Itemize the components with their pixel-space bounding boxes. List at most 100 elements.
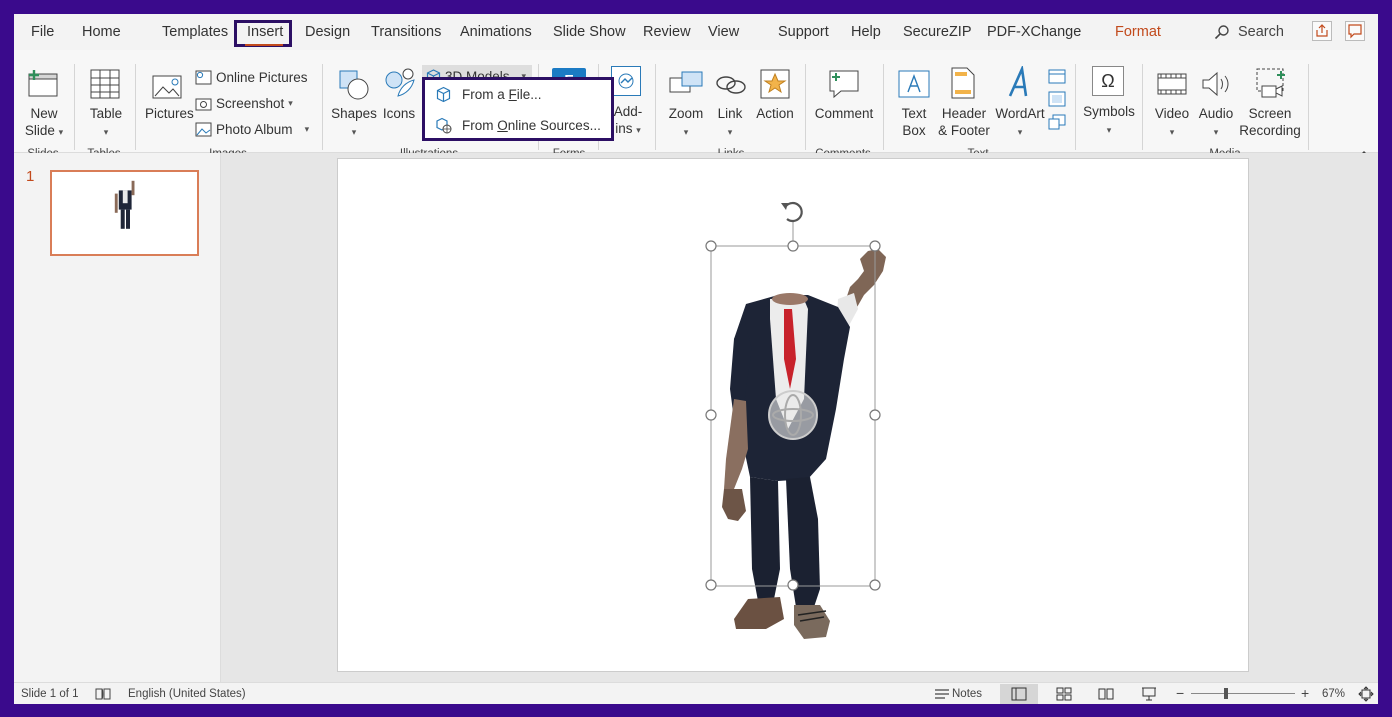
normal-view-button[interactable]: [1000, 684, 1038, 704]
online-pictures-button[interactable]: Online Pictures: [195, 70, 308, 85]
tab-transitions[interactable]: Transitions: [371, 24, 441, 40]
group-separator: [322, 64, 323, 150]
link-icon: [716, 76, 746, 94]
slide-canvas[interactable]: [337, 158, 1249, 672]
tab-file[interactable]: File: [31, 24, 54, 40]
slide-sorter-view-button[interactable]: [1045, 684, 1083, 704]
zoom-in-icon[interactable]: +: [1301, 685, 1309, 701]
resize-handle-left[interactable]: [705, 409, 717, 421]
speaker-icon: [1202, 71, 1229, 97]
photo-album-button[interactable]: Photo Album ▾: [195, 122, 309, 137]
zombie-3d-model[interactable]: [722, 249, 886, 639]
online-cube-icon: [436, 117, 452, 134]
resize-handle-right[interactable]: [869, 409, 881, 421]
ribbon-tabs: File Home Templates Insert Design Transi…: [14, 14, 1378, 50]
normal-view-icon: [1011, 687, 1027, 701]
rotate-handle-icon[interactable]: [781, 201, 803, 223]
zoom-icon: [669, 71, 703, 93]
zoom-level[interactable]: 67%: [1322, 688, 1345, 700]
3d-models-dropdown: From a File... From Online Sources...: [422, 77, 614, 141]
resize-handle-top-right[interactable]: [869, 240, 881, 252]
resize-handle-bottom-right[interactable]: [869, 579, 881, 591]
slide-number-icon: [1048, 91, 1066, 107]
screenshot-icon: [195, 98, 212, 111]
text-box-label: Text Box: [901, 106, 927, 138]
new-slide-icon: [28, 70, 58, 97]
video-label: Video ▾: [1154, 106, 1190, 137]
date-time-button[interactable]: [1048, 68, 1066, 87]
screenshot-button[interactable]: Screenshot ▾: [195, 96, 293, 111]
group-separator: [805, 64, 806, 150]
from-a-file-item[interactable]: From a File...: [435, 86, 542, 103]
tab-animations[interactable]: Animations: [460, 24, 532, 40]
tab-pdf-xchange[interactable]: PDF-XChange: [987, 24, 1081, 40]
reading-view-button[interactable]: [1087, 684, 1125, 704]
tab-review[interactable]: Review: [643, 24, 691, 40]
video-icon: [1157, 73, 1187, 95]
slide-thumbnails-pane: 1: [14, 153, 221, 682]
photo-album-label: Photo Album: [216, 122, 293, 137]
slide-show-view-button[interactable]: [1130, 684, 1168, 704]
shapes-label: Shapes ▾: [331, 106, 377, 137]
slide-thumbnail[interactable]: [50, 170, 199, 256]
header-footer-label: Header & Footer: [938, 106, 990, 138]
resize-handle-top-left[interactable]: [705, 240, 717, 252]
zoom-out-icon[interactable]: −: [1176, 685, 1184, 701]
icons-icon: [385, 68, 415, 97]
search-box[interactable]: Search: [1214, 22, 1284, 42]
comments-button[interactable]: [1345, 21, 1365, 41]
notes-button[interactable]: Notes: [952, 688, 982, 700]
resize-handle-bottom[interactable]: [787, 579, 799, 591]
tab-insert[interactable]: Insert: [247, 24, 283, 40]
slide-show-icon: [1142, 687, 1156, 701]
tab-design[interactable]: Design: [305, 24, 350, 40]
photo-album-icon: [195, 122, 212, 137]
shapes-icon: [339, 70, 369, 100]
text-box-icon: [898, 70, 930, 98]
insert-ribbon: NewSlide ▾ Slides Table▾ Tables Pictures…: [14, 50, 1378, 160]
object-button[interactable]: [1048, 114, 1066, 133]
symbols-label: Symbols ▾: [1083, 104, 1135, 135]
tab-slide-show[interactable]: Slide Show: [553, 24, 626, 40]
share-button[interactable]: [1312, 21, 1332, 41]
slide-count: Slide 1 of 1: [21, 688, 79, 700]
tab-support[interactable]: Support: [778, 24, 829, 40]
language-indicator[interactable]: English (United States): [128, 688, 246, 700]
search-label: Search: [1238, 24, 1284, 40]
3d-model-selection[interactable]: [338, 159, 1248, 671]
tab-view[interactable]: View: [708, 24, 739, 40]
resize-handle-top[interactable]: [787, 240, 799, 252]
add-ins-label: Add-ins ▾: [613, 104, 643, 136]
screen-recording-label: Screen Recording: [1239, 106, 1301, 138]
tab-home[interactable]: Home: [82, 24, 121, 40]
spelling-check-icon[interactable]: [95, 687, 111, 701]
zoom-slider-thumb[interactable]: [1224, 688, 1228, 699]
online-pictures-label: Online Pictures: [216, 70, 308, 85]
share-icon: [1316, 24, 1328, 37]
object-icon: [1048, 114, 1066, 130]
wordart-icon: [1008, 66, 1028, 97]
resize-handle-bottom-left[interactable]: [705, 579, 717, 591]
action-star-icon: [760, 69, 790, 99]
fit-to-window-icon[interactable]: [1358, 686, 1374, 702]
table-label: Table ▾: [89, 106, 123, 137]
slide-editing-area: [221, 153, 1378, 682]
3d-rotate-control-icon[interactable]: [768, 390, 818, 440]
group-separator: [1075, 64, 1076, 150]
tab-help[interactable]: Help: [851, 24, 881, 40]
from-online-sources-item[interactable]: From Online Sources...: [435, 117, 601, 134]
tab-templates[interactable]: Templates: [162, 24, 228, 40]
slide-number-button[interactable]: [1048, 91, 1066, 110]
omega-icon: Ω: [1092, 66, 1124, 96]
powerpoint-window: File Home Templates Insert Design Transi…: [14, 14, 1378, 704]
tab-securezip[interactable]: SecureZIP: [903, 24, 972, 40]
group-separator: [655, 64, 656, 150]
status-bar: Slide 1 of 1 English (United States) Not…: [14, 682, 1378, 704]
zoom-slider[interactable]: [1191, 688, 1295, 699]
tab-format[interactable]: Format: [1115, 24, 1161, 40]
wordart-label: WordArt ▾: [995, 106, 1045, 137]
action-label: Action: [756, 106, 794, 121]
notes-icon: [935, 689, 949, 699]
screen-recording-icon: [1256, 68, 1285, 98]
group-separator: [74, 64, 75, 150]
